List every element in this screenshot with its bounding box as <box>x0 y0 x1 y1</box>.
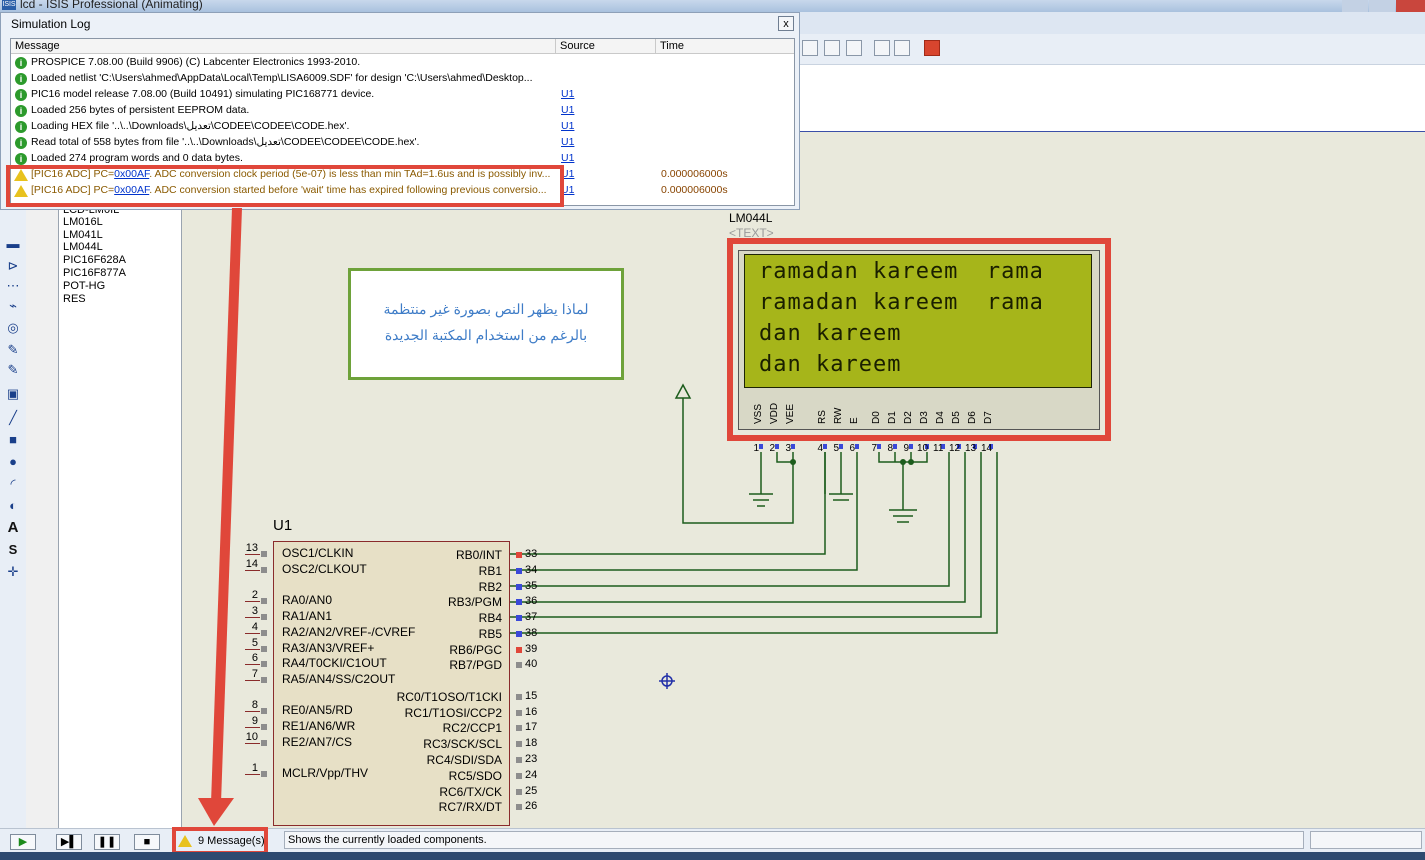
windows-taskbar <box>0 852 1425 860</box>
stop-button[interactable]: ■ <box>134 834 160 850</box>
annotation-arrow <box>198 208 242 826</box>
pause-button[interactable]: ❚❚ <box>94 834 120 850</box>
coordinates-field <box>1310 831 1422 849</box>
status-field: Shows the currently loaded components. <box>284 831 1304 849</box>
play-button[interactable]: ▶ <box>10 834 36 850</box>
step-button[interactable]: ▶▌ <box>56 834 82 850</box>
status-text: Shows the currently loaded components. <box>288 834 487 846</box>
message-count-highlight <box>172 827 268 855</box>
